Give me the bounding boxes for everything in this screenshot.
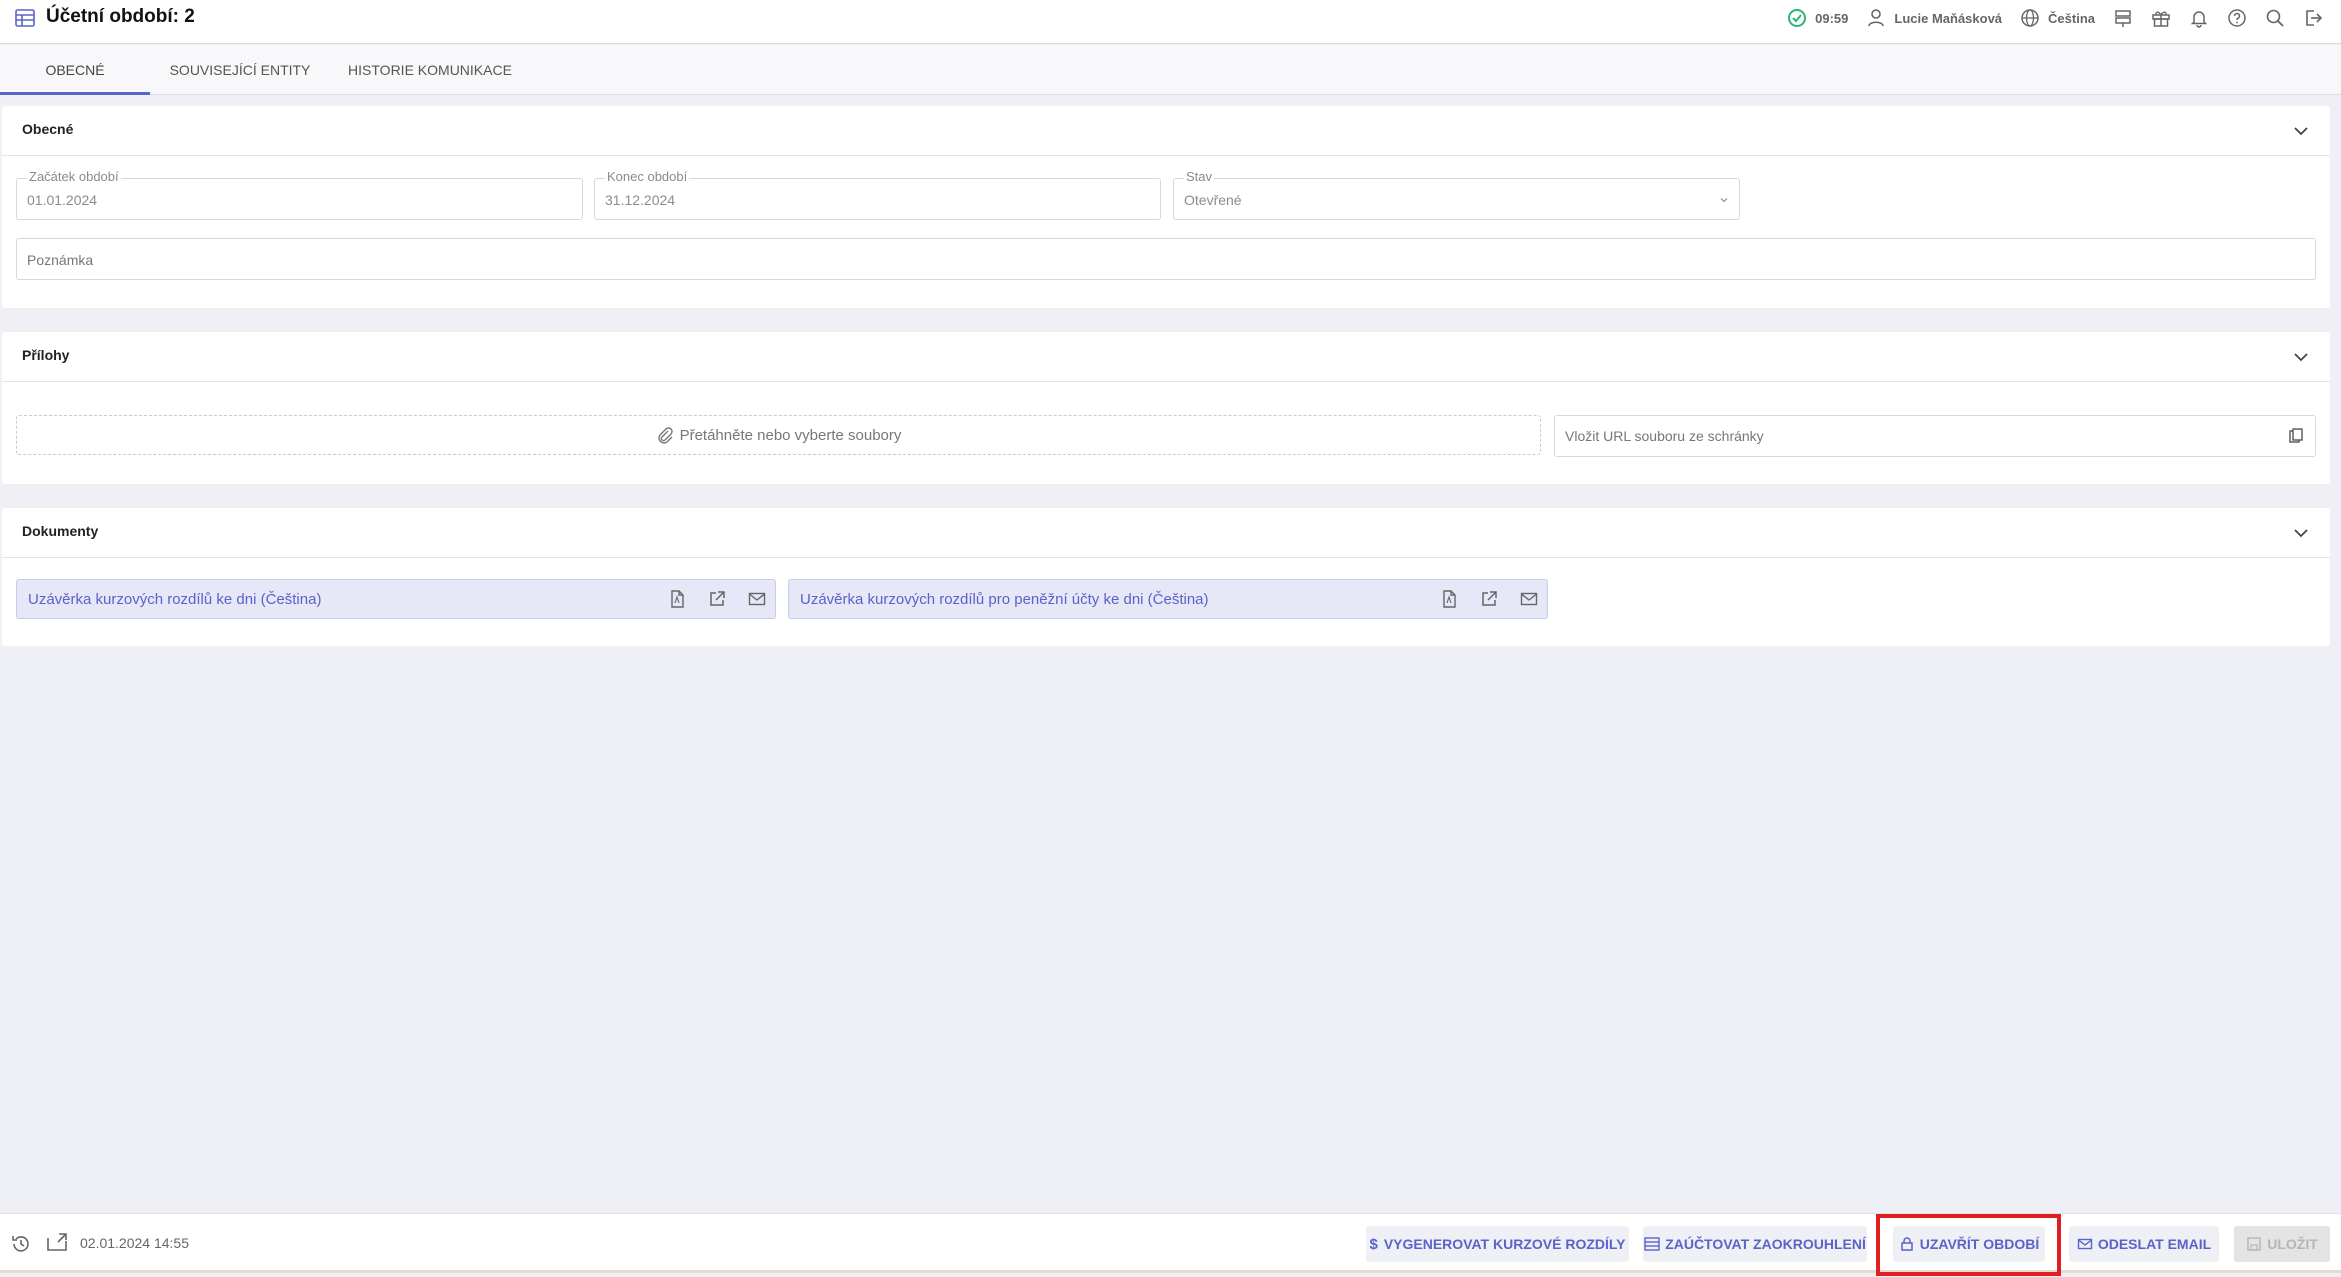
logout-button[interactable] — [2303, 0, 2323, 36]
field-label: Začátek období — [27, 169, 121, 184]
post-rounding-button[interactable]: ZAÚČTOVAT ZAOKROUHLENÍ — [1643, 1226, 1867, 1262]
search-icon — [2266, 9, 2284, 27]
file-url-input[interactable]: Vložit URL souboru ze schránky — [1554, 415, 2316, 457]
search-button[interactable] — [2265, 0, 2285, 36]
signpost-button[interactable] — [2113, 0, 2133, 36]
external-link-icon[interactable] — [1479, 589, 1499, 609]
button-label: VYGENEROVAT KURZOVÉ ROZDÍLY — [1383, 1236, 1626, 1252]
tab-general[interactable]: OBECNÉ — [0, 45, 150, 95]
mail-icon[interactable] — [1519, 589, 1539, 609]
chevron-down-icon[interactable] — [2292, 524, 2310, 542]
period-end-field[interactable]: Konec období 31.12.2024 — [594, 169, 1161, 220]
ledger-icon — [1644, 1237, 1660, 1251]
field-value: 01.01.2024 — [27, 192, 98, 208]
field-value: 31.12.2024 — [605, 192, 676, 208]
save-icon — [2247, 1237, 2261, 1251]
mail-icon — [2077, 1238, 2093, 1250]
document-item[interactable]: Uzávěrka kurzových rozdílů pro peněžní ú… — [788, 579, 1548, 619]
signpost-icon — [2115, 10, 2131, 27]
button-label: ZAÚČTOVAT ZAOKROUHLENÍ — [1665, 1236, 1866, 1252]
tab-related-entities[interactable]: SOUVISEJÍCÍ ENTITY — [160, 45, 320, 95]
help-button[interactable] — [2227, 0, 2247, 36]
section-title: Obecné — [22, 121, 74, 137]
note-placeholder: Poznámka — [27, 252, 94, 268]
user-name: Lucie Maňásková — [1894, 10, 2003, 26]
field-label: Stav — [1184, 169, 1215, 184]
period-start-field[interactable]: Začátek období 01.01.2024 — [16, 169, 583, 220]
top-bar: Účetní období: 2 09:59 Lucie Maňásková Č… — [0, 0, 2341, 44]
page-title: Účetní období: 2 — [46, 6, 195, 27]
pdf-file-icon[interactable] — [667, 589, 687, 609]
bell-icon — [2190, 11, 2208, 28]
tab-bar: OBECNÉ SOUVISEJÍCÍ ENTITY HISTORIE KOMUN… — [0, 45, 2341, 95]
folder-share-icon[interactable] — [46, 1230, 70, 1254]
session-time: 09:59 — [1815, 10, 1849, 26]
history-icon[interactable] — [10, 1233, 32, 1255]
general-section-header[interactable]: Obecné — [2, 106, 2330, 156]
user-icon — [1868, 9, 1885, 27]
state-select[interactable]: Stav Otevřené — [1173, 169, 1740, 220]
document-label: Uzávěrka kurzových rozdílů pro peněžní ú… — [800, 591, 1209, 608]
file-dropzone[interactable]: Přetáhněte nebo vyberte soubory — [16, 415, 1541, 455]
document-label: Uzávěrka kurzových rozdílů ke dni (Češti… — [28, 591, 322, 608]
button-label: ULOŽIT — [2267, 1236, 2318, 1252]
language-menu[interactable]: Čeština — [2020, 0, 2095, 36]
attachments-section-header[interactable]: Přílohy — [2, 332, 2330, 382]
send-email-button[interactable]: ODESLAT EMAIL — [2069, 1226, 2219, 1262]
gift-icon — [2152, 11, 2170, 27]
attachments-section: Přílohy Přetáhněte nebo vyberte soubory … — [2, 332, 2330, 484]
chevron-down-icon[interactable] — [2292, 348, 2310, 366]
tab-communication-history[interactable]: HISTORIE KOMUNIKACE — [340, 45, 520, 95]
dollar-icon: $ — [1369, 1235, 1378, 1253]
documents-section-header[interactable]: Dokumenty — [2, 508, 2330, 558]
notifications-button[interactable] — [2189, 0, 2209, 36]
table-icon — [15, 9, 35, 27]
button-label: ODESLAT EMAIL — [2097, 1236, 2212, 1252]
highlight-box — [1876, 1214, 2061, 1276]
user-menu[interactable]: Lucie Maňásková — [1866, 0, 2002, 36]
logout-icon — [2306, 10, 2323, 26]
gift-button[interactable] — [2151, 0, 2171, 36]
external-link-icon[interactable] — [707, 589, 727, 609]
section-title: Přílohy — [22, 347, 70, 363]
pdf-file-icon[interactable] — [1439, 589, 1459, 609]
help-icon — [2228, 9, 2246, 27]
save-button[interactable]: ULOŽIT — [2234, 1226, 2330, 1262]
document-item[interactable]: Uzávěrka kurzových rozdílů ke dni (Češti… — [16, 579, 776, 619]
header-toolbar: 09:59 Lucie Maňásková Čeština — [1787, 0, 2341, 36]
chevron-down-icon — [1720, 198, 1728, 203]
paste-icon[interactable] — [2287, 427, 2305, 445]
session-timer[interactable]: 09:59 — [1787, 0, 1848, 36]
note-field[interactable]: Poznámka — [16, 238, 2316, 280]
mail-icon[interactable] — [747, 589, 767, 609]
field-value: Otevřené — [1184, 192, 1242, 208]
url-placeholder: Vložit URL souboru ze schránky — [1565, 428, 1764, 444]
generate-rate-differences-button[interactable]: $ VYGENEROVAT KURZOVÉ ROZDÍLY — [1366, 1226, 1629, 1262]
globe-icon — [2021, 9, 2039, 27]
documents-section: Dokumenty Uzávěrka kurzových rozdílů ke … — [2, 508, 2330, 646]
language-label: Čeština — [2048, 10, 2095, 26]
section-title: Dokumenty — [22, 523, 99, 539]
dropzone-label: Přetáhněte nebo vyberte soubory — [679, 426, 902, 444]
general-section: Obecné Začátek období 01.01.2024 Konec o… — [2, 106, 2330, 308]
check-circle-icon — [1788, 9, 1807, 27]
paperclip-icon — [657, 427, 673, 444]
last-modified-timestamp: 02.01.2024 14:55 — [80, 1235, 189, 1251]
field-label: Konec období — [605, 169, 690, 184]
chevron-down-icon[interactable] — [2292, 122, 2310, 140]
